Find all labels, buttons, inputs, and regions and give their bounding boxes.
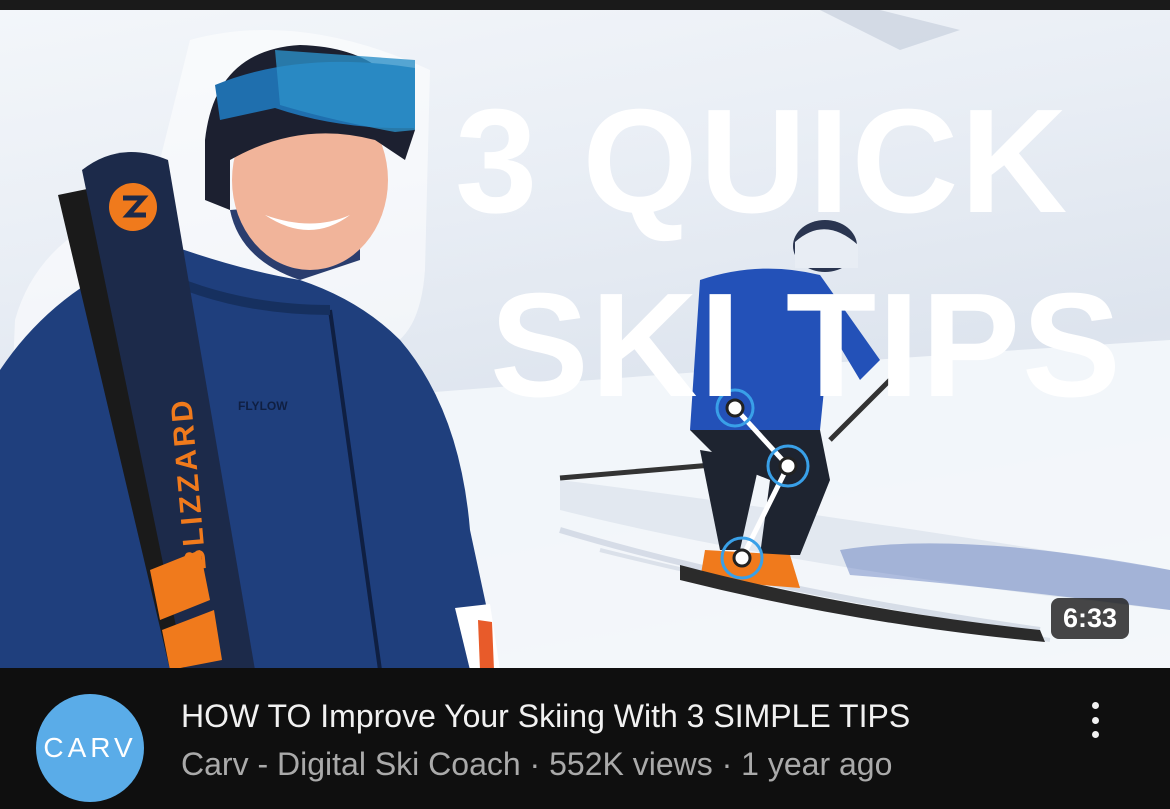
more-vert-icon[interactable]: [1078, 698, 1112, 742]
channel-name[interactable]: Carv - Digital Ski Coach: [181, 746, 521, 782]
upload-age: 1 year ago: [741, 746, 893, 782]
thumbnail-title-line1: 3 QUICK: [455, 79, 1070, 244]
video-title[interactable]: HOW TO Improve Your Skiing With 3 SIMPLE…: [181, 698, 910, 735]
view-count: 552K views: [549, 746, 713, 782]
duration-badge: 6:33: [1051, 598, 1130, 639]
thumbnail-title-line2: SKI TIPS: [490, 263, 1123, 428]
jacket-brand-text: FLYLOW: [238, 399, 288, 413]
separator: ·: [520, 746, 550, 782]
separator: ·: [712, 746, 742, 782]
video-subline: Carv - Digital Ski Coach · 552K views · …: [181, 746, 892, 783]
channel-avatar[interactable]: CARV: [36, 694, 144, 802]
coach-figure: BLIZZARD FLYLOW: [0, 30, 500, 668]
top-bar: [0, 0, 1170, 10]
video-thumbnail[interactable]: BLIZZARD FLYLOW 3 QUICK SKI TIPS 6:33: [0, 10, 1170, 668]
video-metadata: CARV HOW TO Improve Your Skiing With 3 S…: [0, 668, 1170, 809]
